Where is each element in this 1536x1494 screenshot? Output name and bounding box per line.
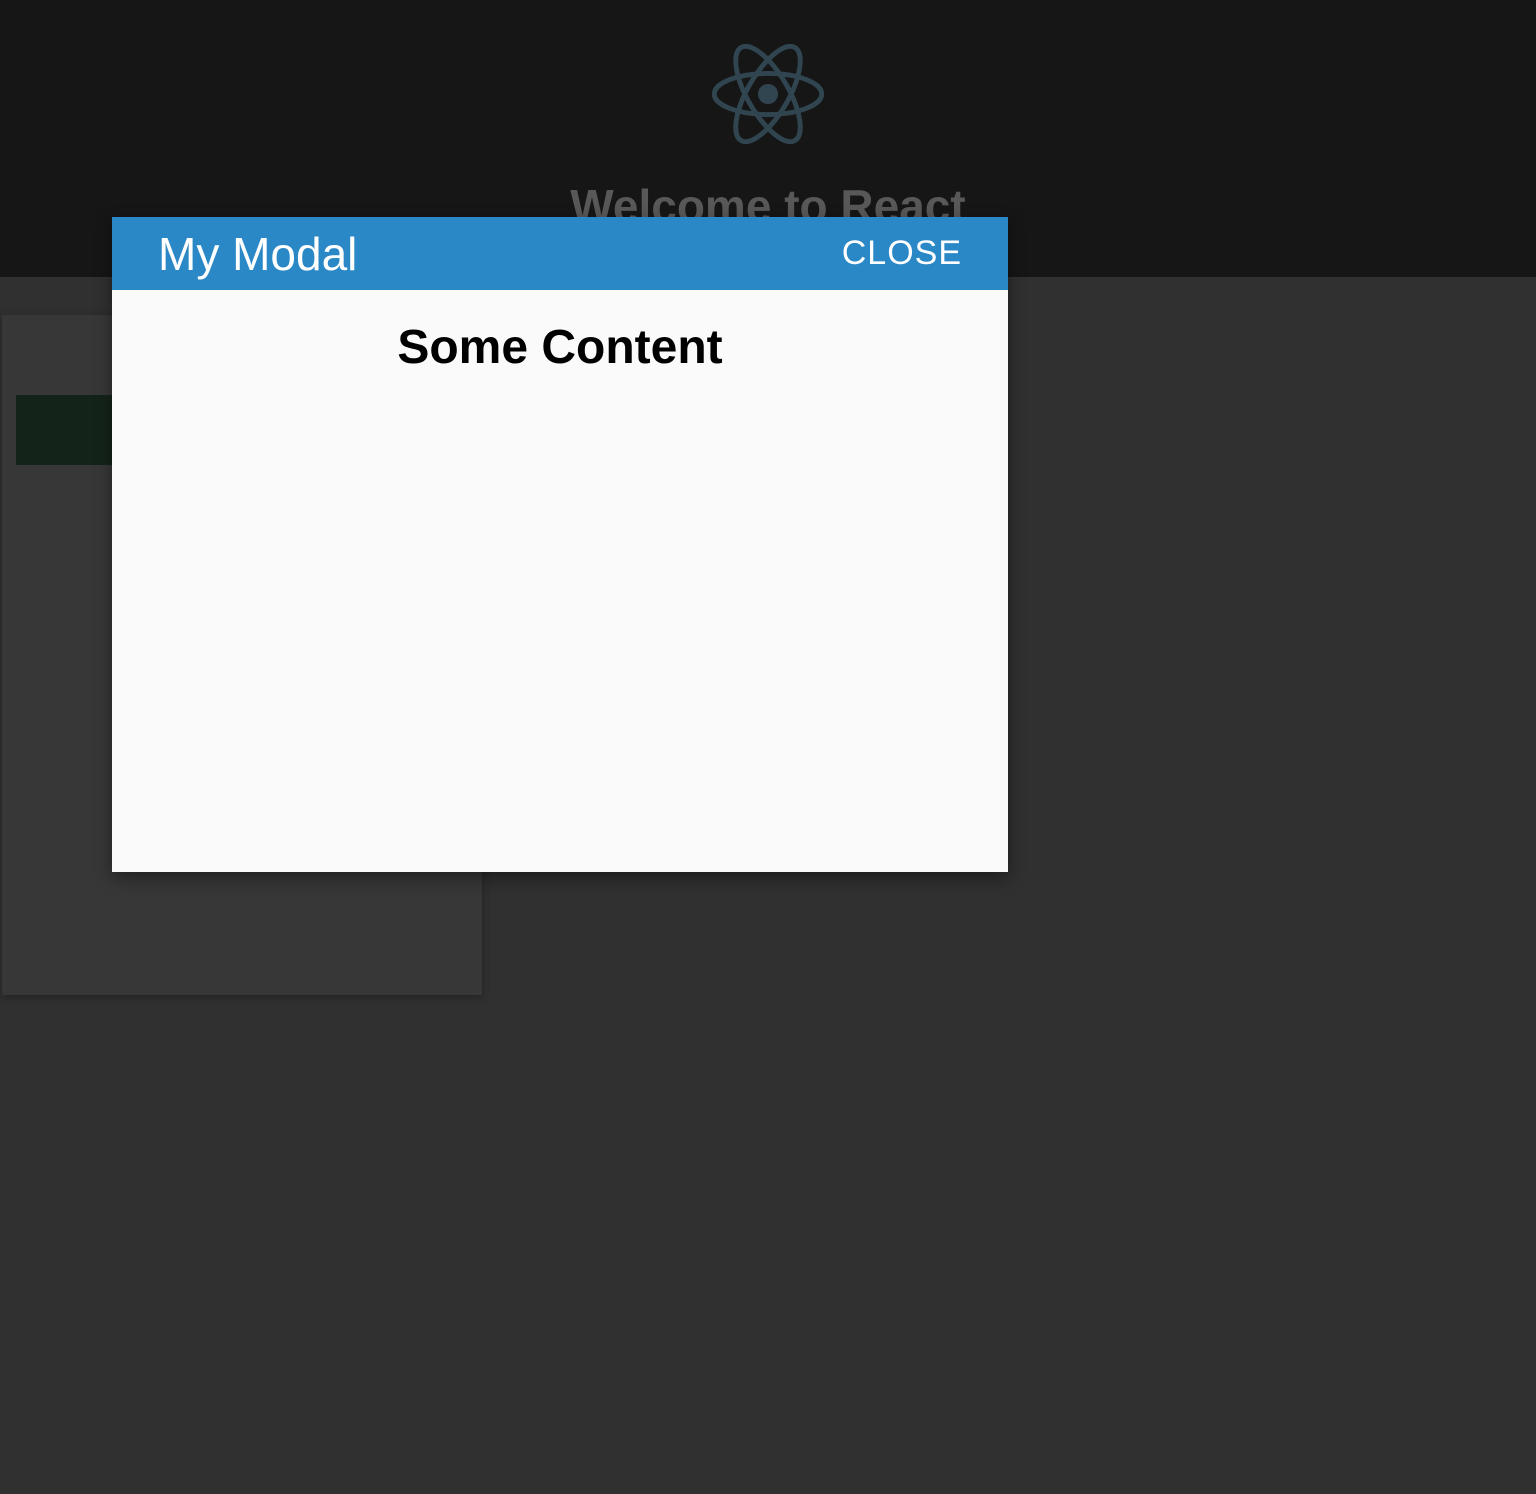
modal-body: Some Content	[112, 290, 1008, 405]
modal-title: My Modal	[158, 227, 357, 281]
modal-dialog: My Modal CLOSE Some Content	[112, 217, 1008, 872]
modal-content-heading: Some Content	[142, 320, 978, 375]
modal-header: My Modal CLOSE	[112, 217, 1008, 290]
close-button[interactable]: CLOSE	[842, 234, 962, 273]
